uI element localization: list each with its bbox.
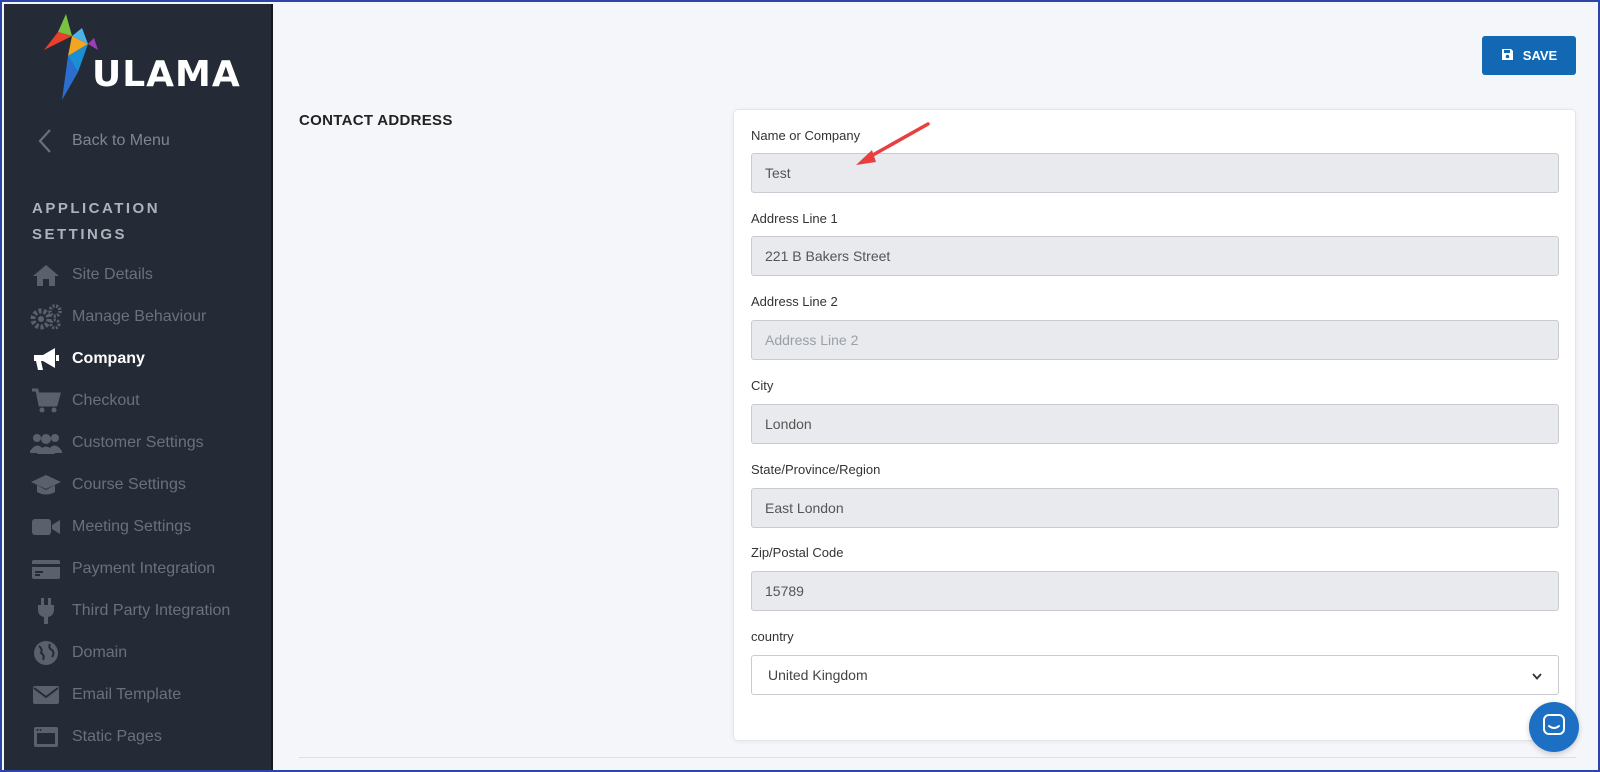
sidebar-item-email-template[interactable]: Email Template — [30, 674, 270, 716]
address-line-2-input[interactable] — [751, 320, 1559, 360]
sidebar-item-customer-settings[interactable]: Customer Settings — [30, 422, 270, 464]
state-input[interactable] — [751, 488, 1559, 528]
sidebar-item-label: Site Details — [72, 266, 153, 283]
content-divider — [299, 757, 1576, 758]
sidebar-item-label: Meeting Settings — [72, 518, 192, 535]
sidebar-item-company[interactable]: Company — [30, 338, 270, 380]
address-line-1-label: Address Line 1 — [751, 211, 838, 226]
country-select[interactable]: United Kingdom — [751, 655, 1559, 695]
address-line-2-label: Address Line 2 — [751, 294, 838, 309]
envelope-icon — [30, 681, 62, 709]
sidebar-item-label: Static Pages — [72, 728, 162, 745]
ulama-logo: ULAMA — [38, 14, 248, 104]
sidebar-item-third-party-integration[interactable]: Third Party Integration — [30, 590, 270, 632]
sidebar-item-label: Customer Settings — [72, 434, 204, 451]
save-button-label: SAVE — [1522, 48, 1558, 63]
home-icon — [30, 261, 62, 289]
name-input[interactable] — [751, 153, 1559, 193]
city-input[interactable] — [751, 404, 1559, 444]
plug-icon — [30, 597, 62, 625]
users-icon — [30, 429, 62, 457]
city-label: City — [751, 378, 774, 393]
sidebar: ULAMA Back to Menu APPLICATION SETTINGS … — [4, 4, 273, 770]
sidebar-item-domain[interactable]: Domain — [30, 632, 270, 674]
credit-card-icon — [30, 555, 62, 583]
sidebar-item-course-settings[interactable]: Course Settings — [30, 464, 270, 506]
sidebar-item-checkout[interactable]: Checkout — [30, 380, 270, 422]
save-button[interactable]: SAVE — [1482, 36, 1576, 75]
sidebar-item-label: Email Template — [72, 686, 182, 703]
sidebar-item-static-pages[interactable]: Static Pages — [30, 716, 270, 758]
sidebar-item-meeting-settings[interactable]: Meeting Settings — [30, 506, 270, 548]
sidebar-section-title: APPLICATION SETTINGS — [32, 200, 161, 243]
state-label: State/Province/Region — [751, 462, 881, 477]
address-line-1-input[interactable] — [751, 236, 1559, 276]
sidebar-item-manage-behaviour[interactable]: Manage Behaviour — [30, 296, 270, 338]
back-to-menu-link[interactable]: Back to Menu — [38, 126, 170, 156]
country-label: country — [751, 629, 794, 644]
sidebar-item-label: Payment Integration — [72, 560, 216, 577]
chevron-down-icon — [1532, 667, 1542, 683]
chevron-left-icon — [38, 126, 54, 156]
window-icon — [30, 723, 62, 751]
sidebar-item-label: Company — [72, 350, 145, 367]
sidebar-item-site-details[interactable]: Site Details — [30, 254, 270, 296]
gears-icon — [30, 303, 62, 331]
sidebar-item-label: Manage Behaviour — [72, 308, 207, 325]
video-icon — [30, 513, 62, 541]
chat-launcher-button[interactable] — [1529, 702, 1579, 752]
cart-icon — [30, 387, 62, 415]
country-selected-value: United Kingdom — [768, 667, 868, 683]
app-window: ULAMA Back to Menu APPLICATION SETTINGS … — [0, 0, 1600, 772]
sidebar-item-label: Domain — [72, 644, 128, 661]
sidebar-item-label: Checkout — [72, 392, 140, 409]
name-label: Name or Company — [751, 128, 861, 143]
sidebar-item-label: Third Party Integration — [72, 602, 231, 619]
megaphone-icon — [30, 345, 62, 373]
zip-input[interactable] — [751, 571, 1559, 611]
chat-icon — [1542, 713, 1566, 742]
sidebar-nav: Site Details Manage Behaviour Company Ch… — [30, 254, 270, 758]
zip-label: Zip/Postal Code — [751, 545, 844, 560]
brand-name: ULAMA — [92, 54, 241, 95]
contact-address-card: Name or Company Address Line 1 Address L… — [733, 109, 1576, 741]
globe-icon — [30, 639, 62, 667]
sidebar-item-label: Course Settings — [72, 476, 186, 493]
section-heading: CONTACT ADDRESS — [299, 112, 453, 129]
sidebar-item-payment-integration[interactable]: Payment Integration — [30, 548, 270, 590]
back-to-menu-label: Back to Menu — [72, 132, 170, 149]
floppy-disk-icon — [1501, 48, 1514, 64]
graduation-cap-icon — [30, 471, 62, 499]
